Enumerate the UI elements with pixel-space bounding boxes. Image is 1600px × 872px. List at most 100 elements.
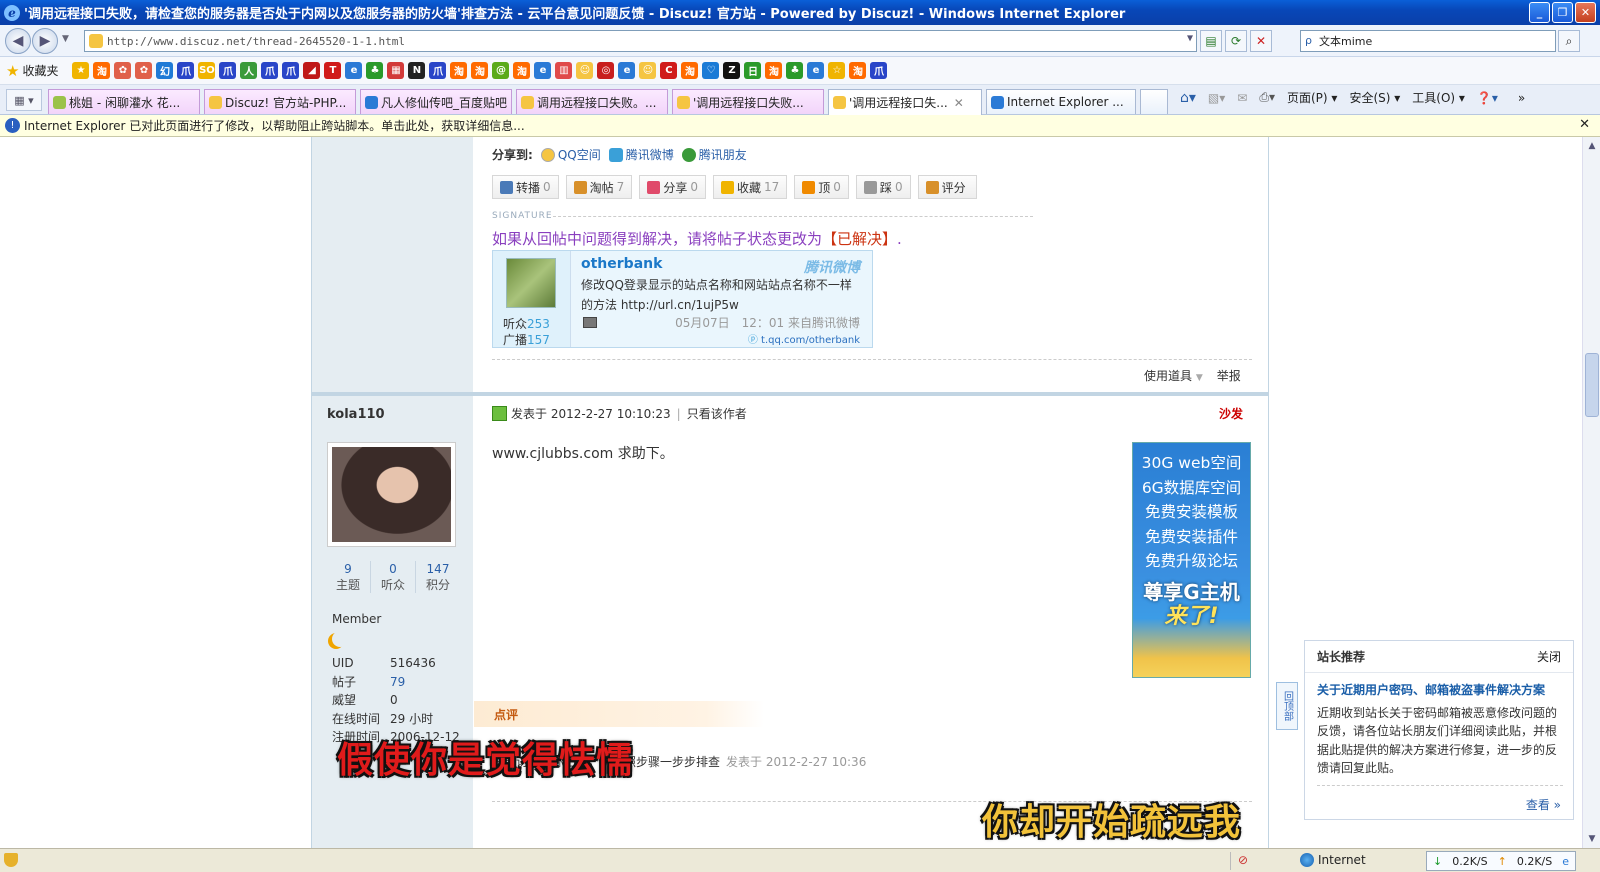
t-icon[interactable]: T (324, 62, 342, 79)
stop-icon[interactable]: ✕ (1250, 30, 1272, 52)
use-item-link[interactable]: 使用道具 ▼ (1144, 367, 1203, 384)
star-add-icon[interactable]: ★ (72, 62, 90, 79)
chat-icon[interactable]: ☺ (576, 62, 594, 79)
security-shield-icon[interactable] (4, 853, 18, 867)
star-icon[interactable]: ☆ (828, 62, 846, 79)
quick-tabs-button[interactable]: ▦ ▾ (6, 89, 42, 111)
safety-menu[interactable]: 安全(S) ▾ (1349, 89, 1400, 106)
heart-icon[interactable]: ♡ (702, 62, 720, 79)
minimize-button[interactable]: _ (1529, 2, 1550, 23)
only-author-link[interactable]: 只看该作者 (687, 405, 747, 422)
taobao-icon[interactable]: 淘 (471, 62, 489, 79)
report-link[interactable]: 举报 (1217, 367, 1241, 384)
close-infobar-icon[interactable]: ✕ (1579, 117, 1590, 132)
flag-icon[interactable]: ◢ (303, 62, 321, 79)
post-action-button[interactable]: 评分 (917, 175, 977, 199)
user-info-value[interactable]: 79 (390, 673, 405, 692)
favorites-button[interactable]: ★ 收藏夹 (6, 62, 58, 80)
address-dropdown-icon[interactable]: ▼ (1187, 33, 1193, 44)
tab-4[interactable]: 调用远程接口失败。... (516, 89, 668, 114)
weibo-card[interactable]: 听众253 广播157 otherbank 腾讯微博 修改QQ登录显示的站点名称… (492, 250, 873, 348)
user-icon[interactable]: 人 (240, 62, 258, 79)
tools-menu[interactable]: 工具(O) ▾ (1412, 89, 1465, 106)
post-action-button[interactable]: 分享 0 (639, 175, 706, 199)
user-stat[interactable]: 147 积分 (416, 561, 460, 593)
user-stat[interactable]: 9 主题 (326, 561, 371, 593)
baidu-paw-icon[interactable]: 爪 (219, 62, 237, 79)
sohu-icon[interactable]: SO (198, 62, 216, 79)
scroll-down-icon[interactable]: ▼ (1585, 832, 1599, 846)
image-icon[interactable] (583, 317, 597, 328)
vertical-scrollbar[interactable]: ▲ ▼ (1582, 137, 1600, 848)
search-icon[interactable]: ⌕ (1558, 30, 1580, 52)
hosting-ad-banner[interactable]: 30G web空间 6G数据库空间 免费安装模板 免费安装插件 免费升级论坛 尊享G主机来… (1132, 442, 1251, 678)
refresh-icon[interactable]: ⟳ (1225, 30, 1247, 52)
chevron-more-icon[interactable]: » (1518, 91, 1525, 105)
share-qzone-link[interactable]: QQ空间 (540, 146, 601, 163)
grid-icon[interactable]: ▦ (387, 62, 405, 79)
back-button[interactable]: ◀ (5, 28, 31, 54)
close-tab-icon[interactable]: ✕ (954, 96, 964, 110)
tab-3[interactable]: 凡人修仙传吧_百度贴吧 (360, 89, 512, 114)
restore-button[interactable]: ❐ (1552, 2, 1573, 23)
app-icon[interactable]: 幻 (156, 62, 174, 79)
taobao-icon[interactable]: 淘 (93, 62, 111, 79)
recommend-close-button[interactable]: 关闭 (1537, 648, 1561, 665)
print-icon[interactable]: ⎙▾ (1259, 90, 1275, 105)
share-pengyou-link[interactable]: 腾讯朋友 (681, 146, 747, 163)
search-input[interactable]: ρ 文本mime (1300, 30, 1556, 52)
scroll-up-icon[interactable]: ▲ (1585, 139, 1599, 153)
toyota-icon[interactable]: ◎ (597, 62, 615, 79)
z-icon[interactable]: Z (723, 62, 741, 79)
share-tweibo-link[interactable]: 腾讯微博 (608, 146, 674, 163)
help-icon[interactable]: ❓▾ (1477, 91, 1498, 105)
forward-button[interactable]: ▶ (32, 28, 58, 54)
tab-7[interactable]: Internet Explorer ... (986, 89, 1136, 114)
recommend-more-link[interactable]: 查看 » (1526, 796, 1561, 813)
recommend-headline-link[interactable]: 关于近期用户密码、邮箱被盗事件解决方案 (1305, 673, 1573, 698)
baidu-paw-icon[interactable]: 爪 (261, 62, 279, 79)
taobao-icon[interactable]: 淘 (849, 62, 867, 79)
chat-icon[interactable]: ☺ (639, 62, 657, 79)
n-icon[interactable]: N (408, 62, 426, 79)
ie-icon[interactable]: e (807, 62, 825, 79)
post-action-button[interactable]: 收藏 17 (712, 175, 788, 199)
page-menu[interactable]: 页面(P) ▾ (1287, 89, 1337, 106)
flower-icon[interactable]: ✿ (135, 62, 153, 79)
author-name[interactable]: kola110 (327, 407, 385, 422)
tab-5[interactable]: '调用远程接口失败... (672, 89, 824, 114)
compat-view-icon[interactable]: ▤ (1200, 30, 1222, 52)
calendar-icon[interactable]: 日 (744, 62, 762, 79)
taobao-icon[interactable]: 淘 (450, 62, 468, 79)
post-action-button[interactable]: 顶0 (794, 175, 849, 199)
ie-icon[interactable]: e (534, 62, 552, 79)
baidu-paw-icon[interactable]: 爪 (282, 62, 300, 79)
history-dropdown-icon[interactable]: ▼ (62, 34, 69, 44)
post-action-button[interactable]: 踩0 (855, 175, 911, 199)
tree-icon[interactable]: ♣ (366, 62, 384, 79)
tab-6-active[interactable]: '调用远程接口失... ✕ (828, 89, 982, 115)
security-zone[interactable]: Internet (1300, 853, 1366, 867)
post-action-button[interactable]: 淘帖 7 (565, 175, 633, 199)
baidu-paw-icon[interactable]: 爪 (870, 62, 888, 79)
back-to-top-button[interactable]: 回顶部 (1276, 682, 1298, 730)
baidu-paw-icon[interactable]: 爪 (429, 62, 447, 79)
green-icon[interactable]: @ (492, 62, 510, 79)
taobao-icon[interactable]: 淘 (513, 62, 531, 79)
post-action-button[interactable]: 转播 0 (492, 175, 559, 199)
tab-1[interactable]: 桃姐 - 闲聊灌水 花... (48, 89, 200, 114)
floor-label[interactable]: 沙发 (1219, 405, 1243, 422)
chart-icon[interactable]: ▥ (555, 62, 573, 79)
weibo-url-link[interactable]: ⓟ t.qq.com/otherbank (748, 331, 860, 346)
avatar[interactable] (327, 442, 456, 547)
taobao-icon[interactable]: 淘 (765, 62, 783, 79)
c-icon[interactable]: C (660, 62, 678, 79)
user-stat[interactable]: 0 听众 (371, 561, 416, 593)
blocked-icon[interactable]: ⊘ (1238, 853, 1248, 867)
flower-icon[interactable]: ✿ (114, 62, 132, 79)
feeds-icon[interactable]: ▧▾ (1208, 91, 1225, 105)
read-mail-icon[interactable]: ✉ (1237, 91, 1247, 105)
close-window-button[interactable]: ✕ (1575, 2, 1596, 23)
tab-2[interactable]: Discuz! 官方站-PHP... (204, 89, 356, 114)
ie-icon[interactable]: e (345, 62, 363, 79)
